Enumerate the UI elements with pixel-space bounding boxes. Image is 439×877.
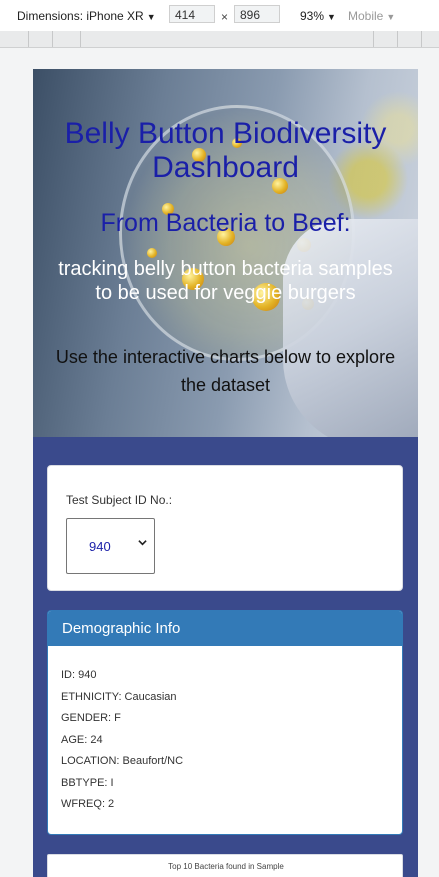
chevron-down-icon: ▼	[386, 12, 396, 22]
subject-id-value: 940	[89, 539, 111, 554]
zoom-label: 93%	[300, 9, 325, 23]
demo-age: AGE: 24	[61, 733, 103, 746]
media-query-ruler[interactable]	[0, 31, 439, 48]
chevron-down-icon	[138, 540, 147, 546]
subject-select-label: Test Subject ID No.:	[66, 493, 173, 507]
chevron-down-icon: ▼	[327, 12, 336, 22]
demographic-info-body: ID: 940 ETHNICITY: Caucasian GENDER: F A…	[48, 646, 402, 819]
width-input[interactable]: 414	[169, 5, 215, 23]
mobile-dropdown[interactable]: Mobile ▼	[348, 9, 395, 23]
ruler-mark	[397, 31, 398, 47]
page-instructions: Use the interactive charts below to expl…	[55, 347, 396, 395]
demo-ethnicity: ETHNICITY: Caucasian	[61, 690, 177, 703]
page-subtitle: From Bacteria to Beef:	[100, 209, 351, 237]
ruler-mark	[373, 31, 374, 47]
subject-selector-card: Test Subject ID No.: 940	[47, 465, 403, 591]
demographic-info-heading: Demographic Info	[48, 611, 402, 646]
bar-chart-title: Top 10 Bacteria found in Sample	[168, 862, 284, 871]
demo-wfreq: WFREQ: 2	[61, 798, 115, 810]
demo-id: ID: 940	[61, 669, 97, 681]
demographic-info-panel: Demographic Info ID: 940 ETHNICITY: Cauc…	[47, 610, 403, 835]
dashboard-page: Belly Button Biodiversity Dashboard From…	[33, 69, 418, 877]
height-input[interactable]: 896	[234, 5, 280, 23]
zoom-dropdown[interactable]: 93% ▼	[300, 9, 336, 23]
ruler-mark	[52, 31, 53, 47]
ruler-mark	[421, 31, 422, 47]
page-tagline: tracking belly button bacteria samples t…	[58, 258, 393, 304]
dimensions-dropdown[interactable]: Dimensions: iPhone XR ▼	[17, 9, 156, 23]
chevron-down-icon: ▼	[146, 12, 156, 22]
demo-location: LOCATION: Beaufort/NC	[61, 755, 184, 767]
bar-chart-card: Top 10 Bacteria found in Sample	[47, 854, 403, 877]
ruler-mark	[28, 31, 29, 47]
mobile-label: Mobile	[348, 9, 384, 23]
demo-bbtype: BBTYPE: I	[61, 776, 114, 789]
hero-jumbotron: Belly Button Biodiversity Dashboard From…	[33, 69, 418, 437]
gloved-hand-image	[283, 219, 418, 437]
page-title: Belly Button Biodiversity Dashboard	[64, 117, 387, 184]
demo-gender: GENDER: F	[61, 712, 121, 724]
devtools-toolbar: Dimensions: iPhone XR ▼ 414 × 896 93% ▼ Mo…	[0, 0, 439, 32]
subject-id-select[interactable]: 940	[66, 518, 155, 574]
times-symbol: ×	[221, 10, 229, 24]
ruler-mark	[80, 31, 81, 47]
dimensions-label: Dimensions: iPhone XR	[17, 9, 144, 23]
